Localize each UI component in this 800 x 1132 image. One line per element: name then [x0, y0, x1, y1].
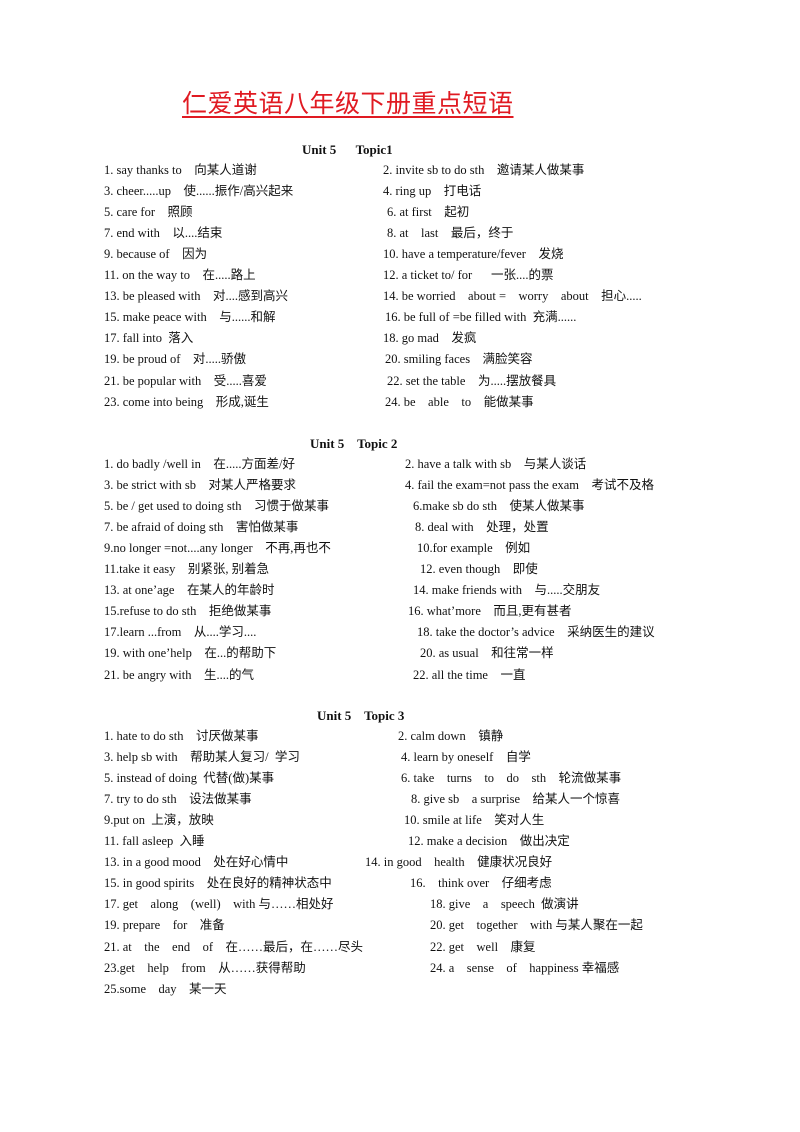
phrase-item: 4. ring up 打电话 — [383, 184, 482, 199]
phrase-item: 3. help sb with 帮助某人复习/ 学习 — [104, 750, 300, 765]
phrase-item: 12. make a decision 做出决定 — [408, 834, 570, 849]
phrase-item: 2. calm down 镇静 — [398, 729, 504, 743]
phrase-item: 25.some day 某一天 — [104, 981, 227, 996]
phrase-item: 18. give a speech 做演讲 — [430, 897, 579, 912]
phrase-item: 19. with one’help 在...的帮助下 — [104, 646, 277, 661]
phrase-item: 14. make friends with 与.....交朋友 — [413, 583, 601, 598]
phrase-item: 16. what’more 而且,更有甚者 — [408, 604, 572, 619]
phrase-item: 8. give sb a surprise 给某人一个惊喜 — [411, 792, 621, 807]
phrase-item: 24. a sense of happiness 幸福感 — [430, 960, 620, 975]
phrase-item: 14. in good health 健康状况良好 — [365, 855, 553, 870]
phrase-item: 15.refuse to do sth 拒绝做某事 — [104, 604, 272, 619]
phrase-item: 13. in a good mood 处在好心情中 — [104, 855, 289, 870]
phrase-item: 14. be worried about = worry about 担心...… — [383, 289, 642, 304]
phrase-item: 1. say thanks to 向某人道谢 — [104, 163, 257, 177]
phrase-item: 16. think over 仔细考虑 — [410, 876, 552, 891]
phrase-item: 2. invite sb to do sth 邀请某人做某事 — [383, 163, 585, 177]
phrase-item: 1. hate to do sth 讨厌做某事 — [104, 729, 259, 743]
phrase-item: 15. in good spirits 处在良好的精神状态中 — [104, 876, 332, 891]
phrase-item: 9.put on 上演，放映 — [104, 813, 214, 828]
phrase-item: 6. take turns to do sth 轮流做某事 — [401, 771, 622, 786]
phrase-item: 3. cheer.....up 使......振作/高兴起来 — [104, 184, 294, 199]
phrase-item: 8. deal with 处理，处置 — [415, 520, 549, 535]
document-title: 仁爱英语八年级下册重点短语 — [182, 89, 514, 118]
phrase-item: 22. get well 康复 — [430, 939, 536, 954]
phrase-item: 7. end with 以....结束 — [104, 226, 223, 241]
phrase-item: 5. instead of doing 代替(做)某事 — [104, 771, 275, 786]
phrase-item: 18. take the doctor’s advice 采纳医生的建议 — [417, 625, 655, 640]
phrase-item: 20. as usual 和往常一样 — [420, 646, 554, 661]
phrase-item: 6.make sb do sth 使某人做某事 — [413, 499, 585, 514]
phrase-item: 5. care for 照顾 — [104, 205, 193, 220]
section-heading: Unit 5 Topic 2 — [310, 436, 398, 451]
phrase-item: 17. get along (well) with 与……相处好 — [104, 897, 334, 912]
phrase-item: 13. be pleased with 对....感到高兴 — [104, 289, 289, 304]
phrase-item: 22. all the time 一直 — [413, 667, 526, 682]
phrase-item: 20. smiling faces 满脸笑容 — [385, 352, 533, 367]
phrase-item: 19. prepare for 准备 — [104, 918, 225, 933]
phrase-item: 23. come into being 形成,诞生 — [104, 394, 269, 409]
phrase-item: 15. make peace with 与......和解 — [104, 310, 276, 325]
section-heading: Unit 5 Topic 3 — [317, 708, 405, 723]
phrase-item: 17.learn ...from 从....学习.... — [104, 625, 257, 640]
phrase-item: 18. go mad 发疯 — [383, 331, 477, 346]
phrase-item: 11. on the way to 在.....路上 — [104, 268, 256, 283]
phrase-item: 20. get together with 与某人聚在一起 — [430, 918, 643, 933]
phrase-item: 12. even though 即使 — [420, 562, 538, 577]
phrase-item: 17. fall into 落入 — [104, 331, 194, 346]
phrase-item: 13. at one’age 在某人的年龄时 — [104, 583, 275, 598]
phrase-item: 7. try to do sth 设法做某事 — [104, 792, 252, 807]
phrase-item: 21. be angry with 生....的气 — [104, 667, 254, 682]
phrase-item: 2. have a talk with sb 与某人谈话 — [405, 457, 587, 471]
phrase-item: 11.take it easy 别紧张, 别着急 — [104, 562, 270, 577]
phrase-item: 4. learn by oneself 自学 — [401, 750, 531, 765]
phrase-item: 16. be full of =be filled with 充满...... — [385, 310, 577, 325]
phrase-item: 4. fail the exam=not pass the exam 考试不及格 — [405, 478, 655, 493]
phrase-item: 8. at last 最后，终于 — [387, 226, 514, 241]
phrase-item: 7. be afraid of doing sth 害怕做某事 — [104, 520, 299, 535]
phrase-item: 10. smile at life 笑对人生 — [404, 813, 545, 828]
phrase-item: 21. be popular with 受.....喜爱 — [104, 373, 267, 388]
phrase-item: 6. at first 起初 — [387, 205, 470, 220]
phrase-item: 22. set the table 为.....摆放餐具 — [387, 373, 557, 388]
phrase-item: 9.no longer =not....any longer 不再,再也不 — [104, 541, 331, 556]
phrase-item: 21. at the end of 在……最后，在……尽头 — [104, 939, 364, 954]
phrase-item: 11. fall asleep 入睡 — [104, 834, 205, 849]
phrase-item: 24. be able to 能做某事 — [385, 394, 534, 409]
phrase-item: 1. do badly /well in 在.....方面差/好 — [104, 457, 295, 471]
phrase-item: 23.get help from 从……获得帮助 — [104, 960, 306, 975]
phrase-item: 9. because of 因为 — [104, 247, 208, 262]
phrase-item: 10.for example 例如 — [417, 541, 531, 556]
phrase-item: 12. a ticket to/ for 一张....的票 — [383, 268, 554, 283]
phrase-item: 5. be / get used to doing sth 习惯于做某事 — [104, 499, 329, 514]
phrase-item: 3. be strict with sb 对某人严格要求 — [104, 478, 297, 493]
phrase-item: 10. have a temperature/fever 发烧 — [383, 247, 564, 262]
phrase-item: 19. be proud of 对.....骄傲 — [104, 352, 246, 367]
section-heading: Unit 5 Topic1 — [302, 142, 393, 157]
